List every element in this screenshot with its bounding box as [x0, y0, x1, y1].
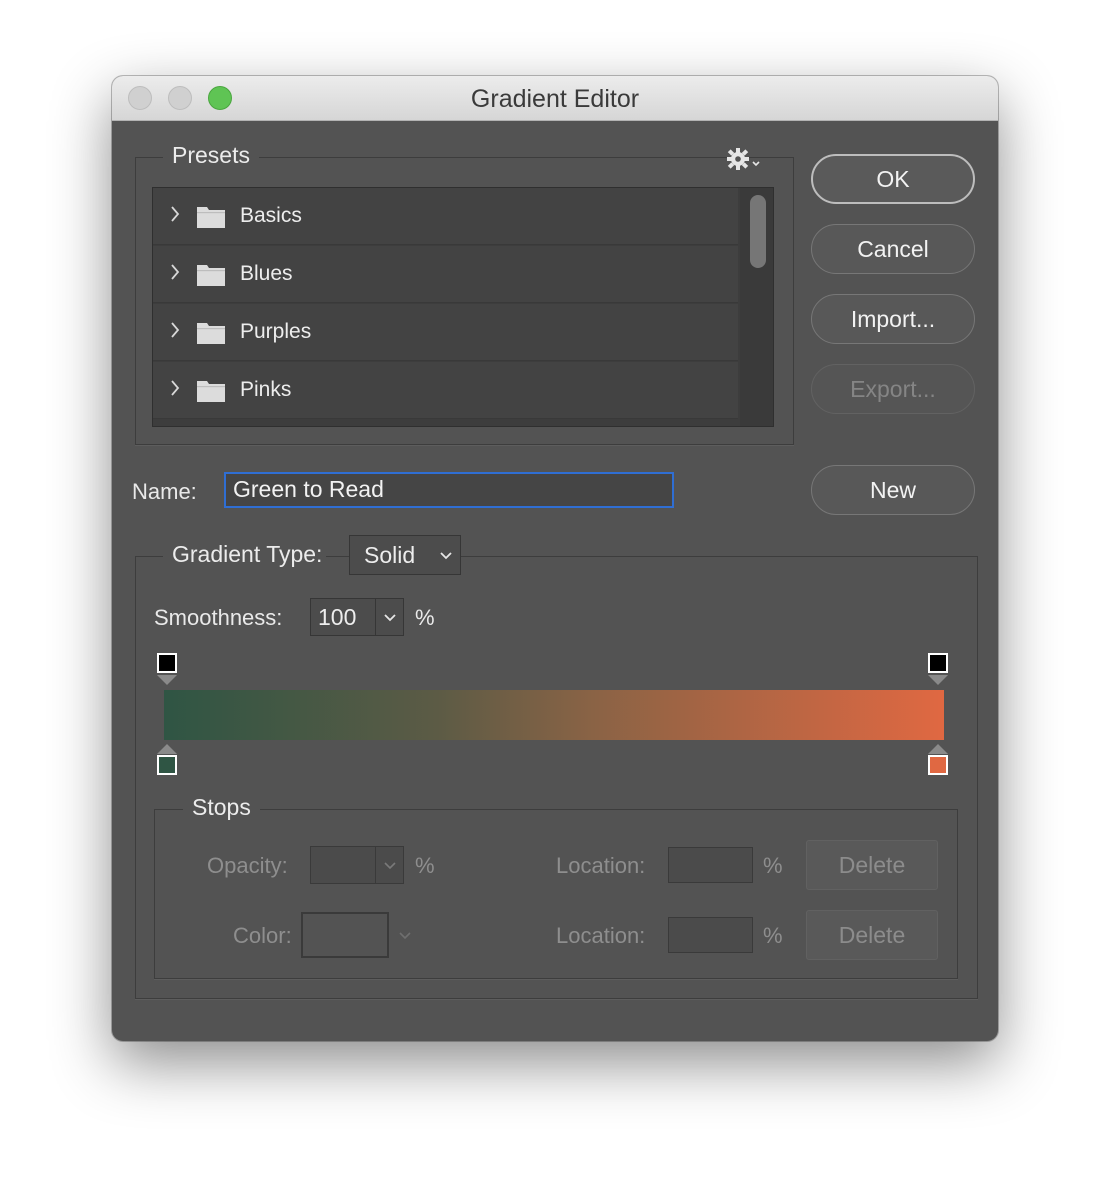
stop-pointer-icon [157, 675, 177, 685]
title-bar: Gradient Editor [112, 76, 998, 121]
opacity-location-label: Location: [556, 853, 646, 878]
preset-folder-label: Pinks [240, 378, 292, 401]
opacity-stop-swatch[interactable] [157, 653, 177, 673]
color-stop-swatch[interactable] [157, 755, 177, 775]
chevron-right-icon[interactable] [169, 204, 181, 224]
chevron-right-icon[interactable] [169, 262, 181, 282]
opacity-field[interactable] [310, 846, 404, 884]
color-location-field[interactable] [668, 917, 753, 953]
opacity-label: Opacity: [207, 853, 288, 878]
presets-list[interactable]: Basics Blues Purples Pinks [152, 187, 774, 427]
import-button[interactable]: Import... [811, 294, 975, 344]
opacity-divider [375, 847, 376, 883]
stop-pointer-icon [928, 744, 948, 754]
smoothness-label: Smoothness: [154, 605, 283, 630]
chevron-down-icon[interactable] [399, 931, 411, 941]
smoothness-divider [375, 599, 376, 635]
chevron-right-icon[interactable] [169, 378, 181, 398]
ok-button[interactable]: OK [811, 154, 975, 204]
presets-gear-icon[interactable] [724, 147, 764, 171]
chevron-right-icon[interactable] [169, 320, 181, 340]
gradient-type-select[interactable]: Solid [349, 535, 461, 575]
new-button[interactable]: New [811, 465, 975, 515]
folder-icon [197, 323, 225, 344]
smoothness-unit: % [415, 605, 435, 630]
color-location-unit: % [763, 923, 783, 948]
color-location-label: Location: [556, 923, 646, 948]
color-stop-swatch[interactable] [928, 755, 948, 775]
opacity-stop-swatch[interactable] [928, 653, 948, 673]
delete-opacity-stop-button[interactable]: Delete [806, 840, 938, 890]
preset-folder-blues[interactable]: Blues [153, 246, 738, 303]
preset-folder-label: Blues [240, 262, 293, 285]
opacity-unit: % [415, 853, 435, 878]
color-label: Color: [233, 923, 292, 948]
presets-scrollbar-thumb[interactable] [750, 195, 766, 268]
folder-icon [197, 207, 225, 228]
folder-icon [197, 381, 225, 402]
color-swatch-field[interactable] [301, 912, 389, 958]
folder-icon [197, 265, 225, 286]
gradient-type-value: Solid [364, 542, 416, 568]
opacity-location-field[interactable] [668, 847, 753, 883]
preset-folder-label: Purples [240, 320, 312, 343]
preset-folder-label: Basics [240, 204, 302, 227]
export-button[interactable]: Export... [811, 364, 975, 414]
chevron-down-icon[interactable] [384, 613, 396, 623]
opacity-location-unit: % [763, 853, 783, 878]
gradient-editor-window: Gradient Editor Presets Basics Blues Pur… [112, 76, 998, 1041]
preset-folder-pinks[interactable]: Pinks [153, 362, 738, 419]
presets-scrollbar[interactable] [740, 188, 773, 426]
cancel-button[interactable]: Cancel [811, 224, 975, 274]
stop-pointer-icon [928, 675, 948, 685]
stops-title: Stops [183, 794, 260, 821]
presets-title: Presets [163, 142, 259, 169]
chevron-down-icon [440, 552, 452, 560]
window-title: Gradient Editor [470, 85, 640, 113]
smoothness-value[interactable]: 100 [318, 604, 356, 631]
gradient-name-input[interactable]: Green to Read [224, 472, 674, 508]
gradient-type-label: Gradient Type: [163, 541, 327, 568]
smoothness-field[interactable]: 100 [310, 598, 404, 636]
preset-folder-purples[interactable]: Purples [153, 304, 738, 361]
preset-folder-basics[interactable]: Basics [153, 188, 738, 245]
name-label: Name: [132, 479, 197, 504]
stop-pointer-icon [157, 744, 177, 754]
delete-color-stop-button[interactable]: Delete [806, 910, 938, 960]
gradient-preview-bar[interactable] [164, 690, 944, 740]
chevron-down-icon[interactable] [384, 861, 396, 871]
